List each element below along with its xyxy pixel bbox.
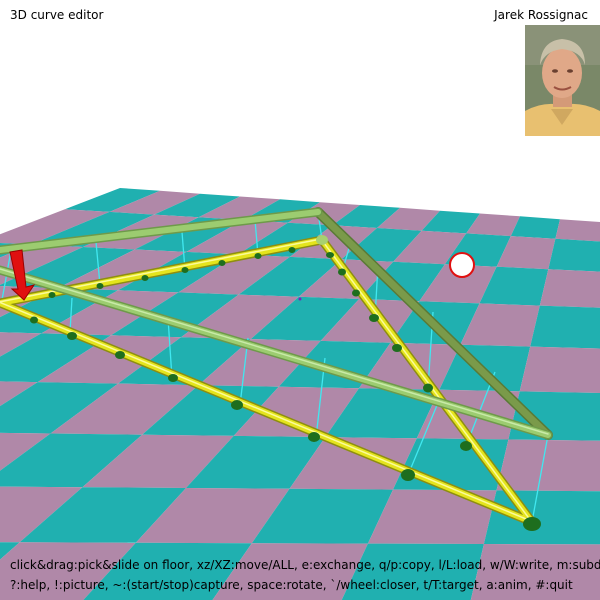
author-name: Jarek Rossignac [494,8,588,22]
floor-tile [530,305,600,349]
floor-tile [539,269,600,308]
floor-tile [496,439,600,492]
3d-viewport[interactable] [0,0,600,600]
help-line-2: ?:help, !:picture, ~:(start/stop)capture… [10,578,573,592]
app-title: 3D curve editor [10,8,104,22]
help-line-1: click&drag:pick&slide on floor, xz/XZ:mo… [10,558,600,572]
author-portrait [525,25,600,136]
target-circle-icon[interactable] [449,252,475,278]
floor-tile [555,219,600,242]
floor-tile [519,346,600,393]
floor-tile [483,490,600,545]
floor-tile [548,238,600,272]
pick-point [298,297,302,301]
